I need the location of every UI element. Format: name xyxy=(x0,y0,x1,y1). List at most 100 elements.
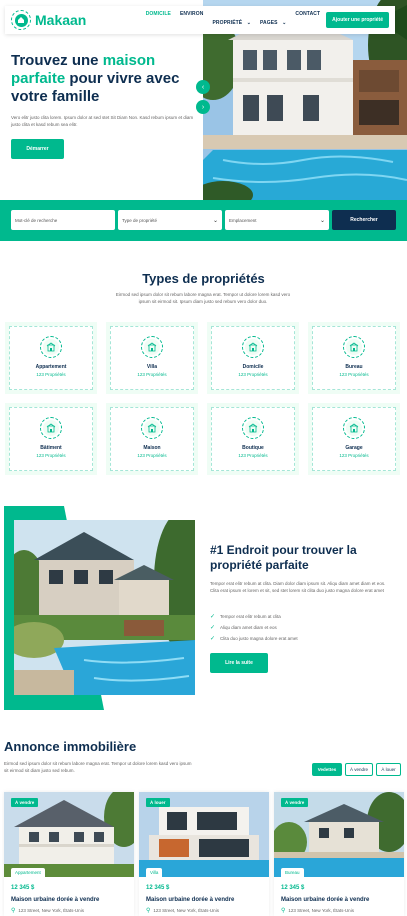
listings-title: Annonce immobilière xyxy=(4,739,137,754)
read-more-button[interactable]: Lire la suite xyxy=(210,653,268,673)
nav-links: DOMICILE ENVIRON PROPRIÉTÉ ⌄ PAGES ⌄ CON… xyxy=(146,11,320,29)
property-type-card[interactable]: Maison 123 Propriétés xyxy=(106,403,198,475)
property-name[interactable]: Maison urbaine dorée à vendre xyxy=(281,897,404,903)
property-card[interactable]: À vendre Bureau 12 345 $ Maison urbaine … xyxy=(274,792,404,916)
type-count: 123 Propriétés xyxy=(238,453,268,458)
status-badge: À vendre xyxy=(11,798,39,807)
about-image xyxy=(14,520,195,695)
property-price: 12 345 $ xyxy=(146,885,170,891)
property-type-select[interactable]: Type de propriété ⌄ xyxy=(118,210,222,230)
search-button[interactable]: Rechercher xyxy=(332,210,396,230)
type-count: 123 Propriétés xyxy=(137,372,167,377)
filter-for-sale[interactable]: À vendre xyxy=(345,763,373,776)
type-count: 123 Propriétés xyxy=(137,453,167,458)
type-count: 123 Propriétés xyxy=(339,372,369,377)
type-name: Boutique xyxy=(242,445,264,451)
type-name: Domicile xyxy=(242,364,264,370)
type-name: Villa xyxy=(146,364,158,370)
map-marker-icon: ⚲ xyxy=(281,908,286,914)
search-bar: Mot-clé de recherche Type de propriété ⌄ … xyxy=(0,200,407,241)
property-card[interactable]: À louer Villa 12 345 $ Maison urbaine do… xyxy=(139,792,269,916)
property-address: ⚲ 123 Street, New York, États-Unis xyxy=(281,908,354,914)
filter-for-rent[interactable]: À louer xyxy=(376,763,401,776)
house-icon xyxy=(242,336,264,358)
location-select[interactable]: Emplacement ⌄ xyxy=(225,210,329,230)
logo-text: Makaan xyxy=(35,12,87,28)
type-card-inner: Appartement 123 Propriétés xyxy=(9,326,93,390)
nav-item-pages[interactable]: PAGES ⌄ xyxy=(260,11,286,29)
property-card[interactable]: À vendre Appartement 12 345 $ Maison urb… xyxy=(4,792,134,916)
list-item: ✓ Clita duo justo magna dolore erat amet xyxy=(210,636,298,642)
type-card-inner: Garage 123 Propriétés xyxy=(312,407,396,471)
navbar: Makaan DOMICILE ENVIRON PROPRIÉTÉ ⌄ PAGE… xyxy=(5,6,395,34)
chevron-down-icon: ⌄ xyxy=(212,217,218,224)
type-badge: Bureau xyxy=(281,868,304,877)
type-name: Bureau xyxy=(345,364,363,370)
property-image: À vendre Bureau xyxy=(274,792,404,877)
status-badge: À vendre xyxy=(281,798,309,807)
property-type-card[interactable]: Garage 123 Propriétés xyxy=(308,403,400,475)
type-card-inner: Boutique 123 Propriétés xyxy=(211,407,295,471)
property-type-card[interactable]: Domicile 123 Propriétés xyxy=(207,322,299,394)
property-type-card[interactable]: Bureau 123 Propriétés xyxy=(308,322,400,394)
apartment-icon xyxy=(40,336,62,358)
property-address: ⚲ 123 Street, New York, États-Unis xyxy=(146,908,219,914)
list-item: ✓ Tempor erat elitr rebum at clita xyxy=(210,614,281,620)
type-name: Garage xyxy=(345,445,363,451)
type-badge: Villa xyxy=(146,868,163,877)
map-marker-icon: ⚲ xyxy=(146,908,151,914)
property-name[interactable]: Maison urbaine dorée à vendre xyxy=(11,897,134,903)
type-card-inner: Maison 123 Propriétés xyxy=(110,407,194,471)
property-image: À louer Villa xyxy=(139,792,269,877)
about-description: Tempor erat elitr rebum at clita. Diam d… xyxy=(210,581,386,593)
nav-item-domicile[interactable]: DOMICILE xyxy=(146,11,171,29)
nav-item-contact[interactable]: CONTACT xyxy=(295,11,320,29)
property-price: 12 345 $ xyxy=(11,885,35,891)
hero-description: Vero elitr justo clita lorem. Ipsum dolo… xyxy=(11,115,194,127)
carousel-prev-button[interactable]: ‹ xyxy=(196,80,210,94)
building-icon xyxy=(40,417,62,439)
property-type-card[interactable]: Boutique 123 Propriétés xyxy=(207,403,299,475)
about-title: #1 Endroit pour trouver la propriété par… xyxy=(210,543,357,572)
type-name: Appartement xyxy=(35,364,67,370)
property-name[interactable]: Maison urbaine dorée à vendre xyxy=(146,897,269,903)
chevron-down-icon: ⌄ xyxy=(282,20,287,26)
property-type-card[interactable]: Bâtiment 123 Propriétés xyxy=(5,403,97,475)
nav-item-environ[interactable]: ENVIRON xyxy=(180,11,203,29)
carousel-next-button[interactable]: › xyxy=(196,100,210,114)
logo[interactable]: Makaan xyxy=(11,10,86,30)
check-icon: ✓ xyxy=(210,636,216,642)
listings-description: Eirmod sed ipsum dolor sit rebum labore … xyxy=(4,761,192,773)
map-marker-icon: ⚲ xyxy=(11,908,16,914)
type-card-inner: Bureau 123 Propriétés xyxy=(312,326,396,390)
keyword-input[interactable]: Mot-clé de recherche xyxy=(11,210,115,230)
chevron-right-icon: › xyxy=(201,103,205,111)
logo-icon xyxy=(11,10,31,30)
garage-icon xyxy=(343,417,365,439)
check-icon: ✓ xyxy=(210,614,216,620)
property-type-card[interactable]: Appartement 123 Propriétés xyxy=(5,322,97,394)
type-count: 123 Propriétés xyxy=(36,372,66,377)
villa-icon xyxy=(141,336,163,358)
office-icon xyxy=(343,336,365,358)
chevron-down-icon: ⌄ xyxy=(246,20,251,26)
property-type-card[interactable]: Villa 123 Propriétés xyxy=(106,322,198,394)
add-property-button[interactable]: Ajouter une propriété xyxy=(326,12,389,28)
type-name: Maison xyxy=(143,445,161,451)
home-icon xyxy=(141,417,163,439)
nav-item-propriete[interactable]: PROPRIÉTÉ ⌄ xyxy=(212,11,251,29)
status-badge: À louer xyxy=(146,798,170,807)
property-image: À vendre Appartement xyxy=(4,792,134,877)
types-title: Types de propriétés xyxy=(142,271,265,286)
shop-icon xyxy=(242,417,264,439)
about-checklist: ✓ Tempor erat elitr rebum at clita ✓ Aliqu… xyxy=(210,611,395,644)
get-started-button[interactable]: Démarrer xyxy=(11,139,64,159)
check-icon: ✓ xyxy=(210,625,216,631)
property-price: 12 345 $ xyxy=(281,885,305,891)
type-badge: Appartement xyxy=(11,868,45,877)
chevron-left-icon: ‹ xyxy=(201,83,205,91)
type-count: 123 Propriétés xyxy=(238,372,268,377)
chevron-down-icon: ⌄ xyxy=(319,217,325,224)
filter-featured[interactable]: Vedettes xyxy=(312,763,342,776)
type-card-inner: Domicile 123 Propriétés xyxy=(211,326,295,390)
